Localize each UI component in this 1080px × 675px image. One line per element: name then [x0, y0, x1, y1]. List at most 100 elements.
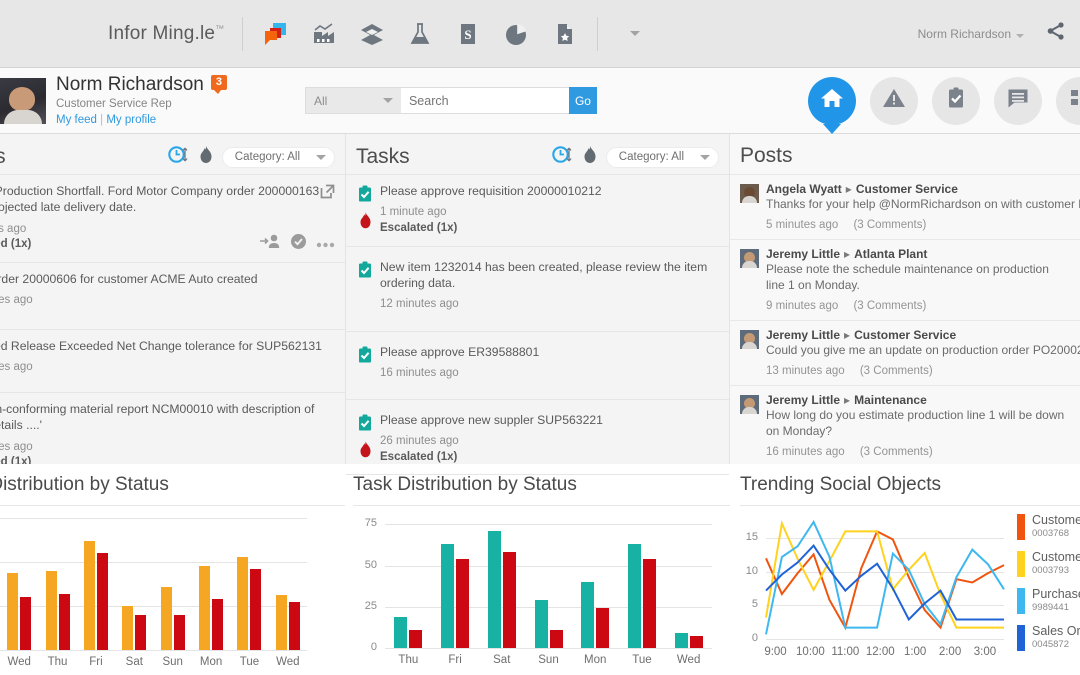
gridline: [385, 565, 712, 567]
ming-le-chat-icon[interactable]: [261, 19, 291, 49]
post-item[interactable]: Jeremy Little ▸ Atlanta Plant Please note …: [730, 238, 1080, 320]
bar[interactable]: [441, 544, 455, 648]
nav-apps-button[interactable]: [1056, 76, 1080, 125]
factory-chart-icon[interactable]: [309, 19, 339, 49]
trending-chart-legend: Customer0003768 Customer0003793 Purchase O…: [1017, 513, 1080, 662]
bar[interactable]: [58, 593, 70, 650]
bar[interactable]: [549, 629, 563, 648]
svg-text:S: S: [465, 27, 472, 42]
open-external-icon[interactable]: [320, 184, 335, 204]
alert-item[interactable]: Sales Order 20000606 for customer ACME A…: [0, 261, 345, 329]
bar[interactable]: [173, 614, 185, 650]
legend-item[interactable]: Sales Order0045872: [1017, 624, 1080, 651]
clock-sort-icon[interactable]: [168, 145, 190, 169]
bar[interactable]: [237, 556, 249, 650]
task-escalated: Escalated (1x): [380, 221, 458, 234]
bar[interactable]: [689, 636, 703, 648]
post-meta: 13 minutes ago (3 Comments): [766, 365, 1070, 377]
nav-tasks-button[interactable]: [932, 76, 980, 125]
bar[interactable]: [409, 629, 423, 648]
post-author[interactable]: Jeremy Little: [766, 328, 840, 342]
bar[interactable]: [83, 540, 95, 650]
post-author[interactable]: Jeremy Little: [766, 247, 840, 261]
legend-item[interactable]: Customer0003793: [1017, 550, 1080, 577]
bar[interactable]: [487, 530, 501, 648]
bar[interactable]: [20, 597, 32, 650]
user-role: Customer Service Rep: [56, 97, 172, 110]
nav-home-button[interactable]: [808, 76, 856, 125]
task-item[interactable]: New item 1232014 has been created, pleas…: [346, 245, 729, 331]
bar[interactable]: [275, 595, 287, 650]
x-axis-tick-label: Wed: [676, 654, 701, 666]
bar[interactable]: [596, 608, 610, 648]
post-author[interactable]: Angela Wyatt: [766, 182, 842, 196]
bar[interactable]: [581, 582, 595, 648]
tasks-category-filter[interactable]: Category: All: [605, 146, 719, 168]
post-author[interactable]: Jeremy Little: [766, 393, 840, 407]
flame-icon[interactable]: [583, 145, 597, 169]
post-comments[interactable]: (3 Comments): [860, 446, 933, 458]
bar[interactable]: [199, 565, 211, 650]
bar[interactable]: [160, 586, 172, 650]
search-input[interactable]: [400, 87, 569, 114]
bar[interactable]: [502, 552, 516, 648]
invoice-icon[interactable]: S: [453, 19, 483, 49]
alert-actions: [259, 233, 335, 255]
flask-icon[interactable]: [405, 19, 435, 49]
bar[interactable]: [394, 616, 408, 648]
box-stack-icon[interactable]: [357, 19, 387, 49]
bar[interactable]: [456, 558, 470, 648]
alerts-category-filter[interactable]: Category: All: [221, 146, 335, 168]
bar[interactable]: [674, 633, 688, 648]
nav-posts-button[interactable]: [994, 76, 1042, 125]
bar[interactable]: [627, 544, 641, 648]
post-item[interactable]: Jeremy Little ▸ Maintenance How long do yo…: [730, 384, 1080, 464]
my-feed-link[interactable]: My feed: [56, 114, 97, 126]
tasks-clipboard-icon: [358, 346, 372, 368]
assign-user-icon[interactable]: [259, 233, 281, 254]
post-item[interactable]: Jeremy Little ▸ Customer Service Could you…: [730, 319, 1080, 385]
app-switcher-more-button[interactable]: [624, 23, 646, 45]
legend-item[interactable]: Purchase Order9989441: [1017, 587, 1080, 614]
bar[interactable]: [642, 558, 656, 648]
task-item[interactable]: Please approve ER39588801 16 minutes ago: [346, 330, 729, 399]
more-options-icon[interactable]: [316, 235, 335, 253]
bar[interactable]: [288, 602, 300, 650]
task-icons: [358, 259, 372, 313]
post-comments[interactable]: (3 Comments): [860, 365, 933, 377]
bar[interactable]: [45, 570, 57, 650]
notification-badge[interactable]: 3: [210, 74, 227, 94]
post-item[interactable]: Angela Wyatt ▸ Customer Service Thanks for…: [730, 174, 1080, 239]
pie-chart-icon[interactable]: [501, 19, 531, 49]
legend-item[interactable]: Customer0003768: [1017, 513, 1080, 540]
post-comments[interactable]: (3 Comments): [853, 219, 926, 231]
search-scope-select[interactable]: All: [304, 87, 401, 114]
bar[interactable]: [96, 553, 108, 650]
share-icon[interactable]: [1046, 21, 1066, 46]
alert-item[interactable]: Published Release Exceeded Net Change to…: [0, 328, 345, 392]
alert-item[interactable]: Critical Production Shortfall. Ford Moto…: [0, 174, 345, 262]
my-profile-link[interactable]: My profile: [106, 114, 156, 126]
document-star-icon[interactable]: [549, 19, 579, 49]
bar[interactable]: [250, 569, 262, 650]
search-go-button[interactable]: Go: [568, 87, 597, 114]
post-target[interactable]: Maintenance: [854, 393, 927, 407]
top-user-menu[interactable]: Norm Richardson: [918, 27, 1024, 41]
bar[interactable]: [212, 598, 224, 650]
bar[interactable]: [122, 606, 134, 650]
bar[interactable]: [135, 614, 147, 650]
clock-sort-icon[interactable]: [552, 145, 574, 169]
flame-icon[interactable]: [199, 145, 213, 169]
bar[interactable]: [534, 600, 548, 648]
post-target[interactable]: Atlanta Plant: [854, 247, 927, 261]
post-target[interactable]: Customer Service: [854, 328, 956, 342]
task-item[interactable]: Please approve requisition 20000010212 1…: [346, 174, 729, 246]
post-target[interactable]: Customer Service: [856, 182, 958, 196]
gridline: [0, 562, 307, 563]
complete-check-icon[interactable]: [290, 233, 307, 255]
task-meta: 16 minutes ago: [380, 366, 717, 382]
alert-item[interactable]: New non-conforming material report NCM00…: [0, 391, 345, 464]
post-comments[interactable]: (3 Comments): [853, 300, 926, 312]
nav-alerts-button[interactable]: [870, 76, 918, 125]
bar[interactable]: [7, 572, 19, 650]
